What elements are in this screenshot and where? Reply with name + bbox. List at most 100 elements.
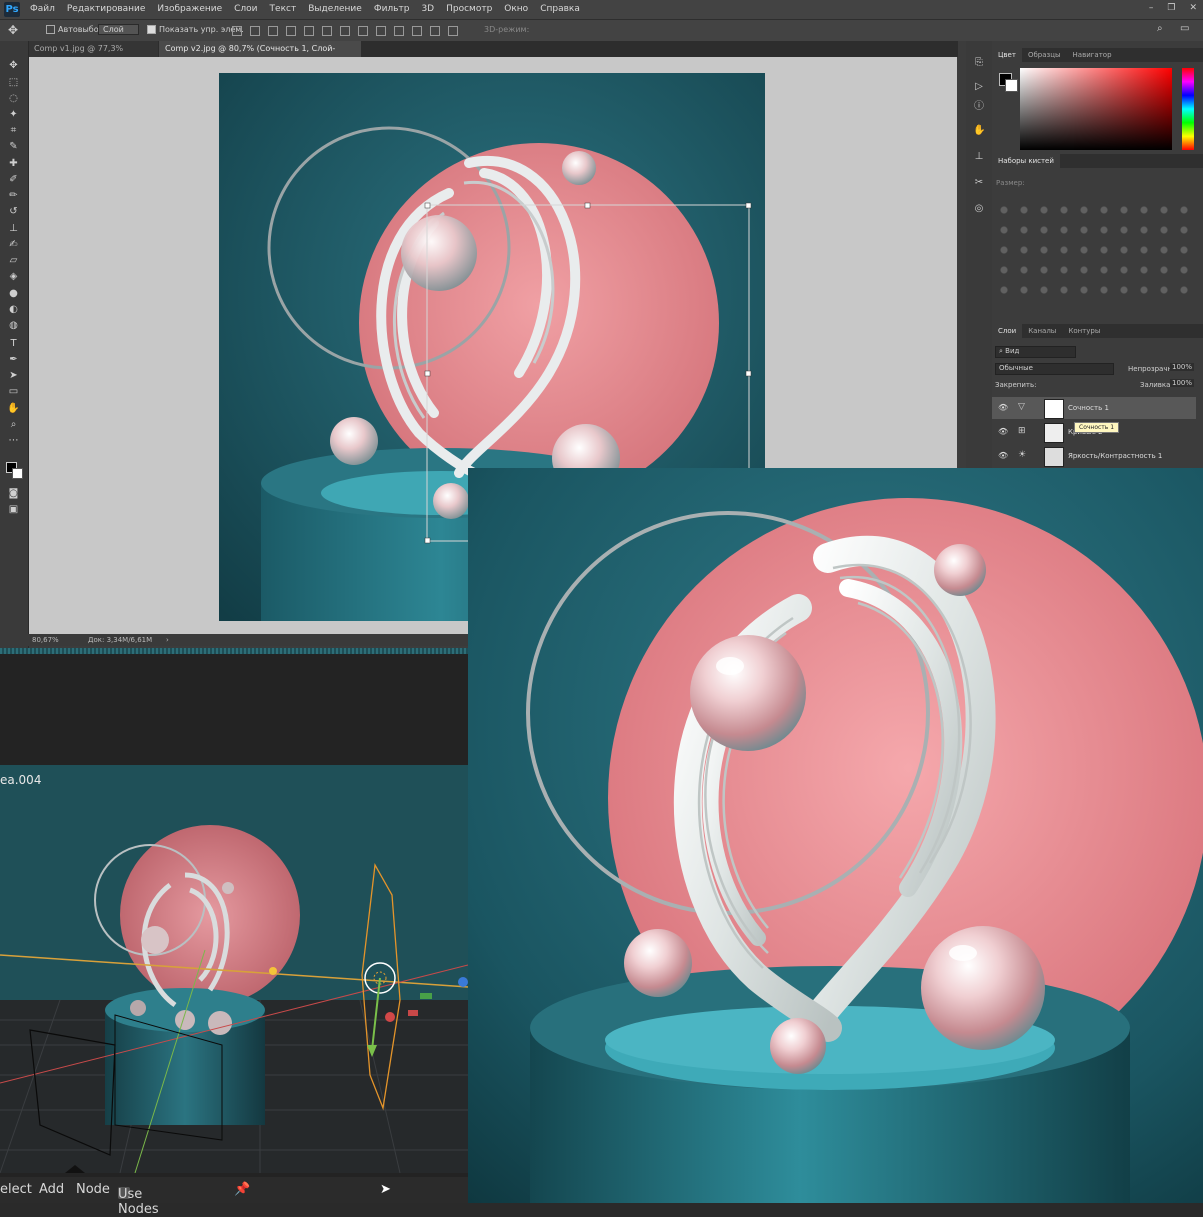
tab-comp-v1[interactable]: Comp v1.jpg @ 77,3% (RGB/8#) * × bbox=[28, 41, 158, 69]
hand-icon[interactable]: ✋ bbox=[973, 125, 985, 137]
show-transform-controls[interactable]: Показать упр. элем. bbox=[147, 25, 244, 34]
crop-tool-icon[interactable]: ⌗ bbox=[7, 124, 20, 137]
move-tool-icon[interactable]: ✥ bbox=[7, 59, 20, 72]
final-render-image bbox=[468, 468, 1203, 1203]
node-editor-header: elect Add Node Use Nodes 📌 ➤ bbox=[0, 1177, 468, 1217]
opacity-field[interactable]: 100% bbox=[1170, 363, 1195, 371]
info-icon[interactable]: ⓘ bbox=[973, 101, 985, 113]
screen-mode-icon[interactable]: ▣ bbox=[7, 503, 20, 516]
layers-panel-tabs: Слои Каналы Контуры bbox=[992, 324, 1203, 338]
menu-file[interactable]: Файл bbox=[30, 4, 55, 14]
background-color-swatch[interactable] bbox=[12, 468, 23, 479]
background-color-swatch[interactable] bbox=[1005, 79, 1018, 92]
healing-brush-icon[interactable]: ✚ bbox=[7, 157, 20, 170]
menu-filter[interactable]: Фильтр bbox=[374, 4, 410, 14]
menu-layers[interactable]: Слои bbox=[234, 4, 257, 14]
layer-mask-thumbnail[interactable] bbox=[1044, 447, 1064, 467]
more-tools-icon[interactable]: ⋯ bbox=[7, 434, 20, 447]
menu-select[interactable]: Выделение bbox=[308, 4, 362, 14]
pen-tool-icon[interactable]: ✒ bbox=[7, 353, 20, 366]
workspace-icon[interactable]: ▭ bbox=[1180, 23, 1189, 34]
tab-layers[interactable]: Слои bbox=[992, 324, 1023, 338]
path-select-icon[interactable]: ➤ bbox=[7, 369, 20, 382]
tab-channels[interactable]: Каналы bbox=[1022, 324, 1062, 338]
menu-3d[interactable]: 3D bbox=[421, 4, 434, 14]
lasso-tool-icon[interactable]: ◌ bbox=[7, 92, 20, 105]
zoom-level[interactable]: 80,67% bbox=[32, 636, 59, 644]
fill-field[interactable]: 100% bbox=[1170, 379, 1195, 387]
eye-icon[interactable]: 👁 bbox=[998, 427, 1008, 436]
eye-icon[interactable]: 👁 bbox=[998, 451, 1008, 460]
render-artwork bbox=[468, 468, 1203, 1203]
eye-icon[interactable]: 👁 bbox=[998, 403, 1008, 412]
smudge-icon[interactable]: ✍ bbox=[7, 238, 20, 251]
eraser-icon[interactable]: ▱ bbox=[7, 254, 20, 267]
tool-presets-icon[interactable]: ✂ bbox=[973, 177, 985, 189]
pencil-icon[interactable]: ✏ bbox=[7, 189, 20, 202]
tools-panel: ✥ ⬚ ◌ ✦ ⌗ ✎ ✚ ✐ ✏ ↺ ⊥ ✍ ▱ ◈ ● ◐ ◍ T ✒ ➤ … bbox=[0, 41, 29, 650]
brush-tool-icon[interactable]: ✐ bbox=[7, 173, 20, 186]
menu-view[interactable]: Просмотр bbox=[446, 4, 492, 14]
select-menu[interactable]: elect bbox=[0, 1182, 32, 1197]
minimize-button[interactable]: – bbox=[1149, 3, 1154, 13]
history-icon[interactable]: ⎘ bbox=[973, 57, 985, 69]
search-icon[interactable]: ⌕ bbox=[1157, 23, 1163, 34]
bucket-icon[interactable]: ◈ bbox=[7, 270, 20, 283]
doc-size: Док: 3,34M/6,61M bbox=[88, 636, 153, 644]
move-tool-icon[interactable]: ✥ bbox=[8, 23, 18, 37]
hand-tool-icon[interactable]: ✋ bbox=[7, 402, 20, 415]
lock-label: Закрепить: bbox=[995, 381, 1037, 389]
tab-color[interactable]: Цвет bbox=[992, 48, 1022, 62]
status-bar: 80,67% Док: 3,34M/6,61M › bbox=[28, 634, 468, 646]
blender-3d-viewport[interactable] bbox=[0, 765, 468, 1173]
fill-label: Заливка: bbox=[1140, 381, 1173, 389]
tab-swatches[interactable]: Образцы bbox=[1022, 48, 1067, 62]
layer-row-brightness[interactable]: 👁 ☀ Яркость/Контрастность 1 bbox=[992, 445, 1196, 467]
layer-row-vibrance[interactable]: 👁 ▽ Сочность 1 bbox=[992, 397, 1196, 419]
pin-icon[interactable]: 📌 bbox=[234, 1182, 250, 1197]
eyedropper-icon[interactable]: ✎ bbox=[7, 140, 20, 153]
menu-window[interactable]: Окно bbox=[504, 4, 528, 14]
align-buttons[interactable] bbox=[232, 26, 458, 36]
menu-help[interactable]: Справка bbox=[540, 4, 580, 14]
curves-adjustment-icon: ⊞ bbox=[1018, 426, 1026, 436]
magic-wand-icon[interactable]: ✦ bbox=[7, 108, 20, 121]
color-picker-field[interactable] bbox=[1020, 68, 1172, 150]
tab-navigator[interactable]: Навигатор bbox=[1067, 48, 1118, 62]
sponge-icon[interactable]: ◍ bbox=[7, 319, 20, 332]
maximize-button[interactable]: ❐ bbox=[1167, 3, 1175, 13]
document-tabs: Comp v1.jpg @ 77,3% (RGB/8#) * × Comp v2… bbox=[28, 41, 958, 69]
menu-image[interactable]: Изображение bbox=[157, 4, 222, 14]
zoom-tool-icon[interactable]: ⌕ bbox=[7, 418, 20, 431]
close-button[interactable]: ✕ bbox=[1189, 3, 1197, 13]
layer-filter-dropdown[interactable]: ⌕ Вид bbox=[995, 346, 1076, 358]
type-tool-icon[interactable]: T bbox=[7, 337, 20, 350]
actions-icon[interactable]: ▷ bbox=[973, 81, 985, 93]
add-menu[interactable]: Add bbox=[39, 1182, 64, 1197]
tab-brush-presets[interactable]: Наборы кистей bbox=[992, 154, 1060, 168]
layer-name: Яркость/Контрастность 1 bbox=[1068, 452, 1163, 460]
dodge-tool-icon[interactable]: ◐ bbox=[7, 303, 20, 316]
history-brush-icon[interactable]: ↺ bbox=[7, 205, 20, 218]
stamp-tool-icon[interactable]: ⊥ bbox=[7, 222, 20, 235]
layer-mask-thumbnail[interactable] bbox=[1044, 423, 1064, 443]
quick-mask-icon[interactable]: ◙ bbox=[7, 487, 20, 500]
3d-icon[interactable]: ◎ bbox=[973, 203, 985, 215]
tab-paths[interactable]: Контуры bbox=[1062, 324, 1106, 338]
hue-slider[interactable] bbox=[1182, 68, 1194, 150]
mouse-cursor-icon: ➤ bbox=[380, 1182, 391, 1197]
blur-tool-icon[interactable]: ● bbox=[7, 287, 20, 300]
photoshop-logo: Ps bbox=[4, 2, 20, 17]
clone-source-icon[interactable]: ⊥ bbox=[973, 151, 985, 163]
rectangle-tool-icon[interactable]: ▭ bbox=[7, 385, 20, 398]
menu-edit[interactable]: Редактирование bbox=[67, 4, 146, 14]
autoselect-dropdown[interactable]: Слой bbox=[98, 24, 139, 35]
layer-mask-thumbnail[interactable] bbox=[1044, 399, 1064, 419]
menu-text[interactable]: Текст bbox=[270, 4, 297, 14]
marquee-tool-icon[interactable]: ⬚ bbox=[7, 76, 20, 89]
brush-presets-grid[interactable] bbox=[994, 200, 1198, 305]
node-menu[interactable]: Node bbox=[76, 1182, 110, 1197]
status-arrow-icon[interactable]: › bbox=[166, 636, 169, 644]
blend-mode-dropdown[interactable]: Обычные bbox=[995, 363, 1114, 375]
tab-comp-v2[interactable]: Comp v2.jpg @ 80,7% (Сочность 1, Слой-ма… bbox=[159, 41, 361, 69]
